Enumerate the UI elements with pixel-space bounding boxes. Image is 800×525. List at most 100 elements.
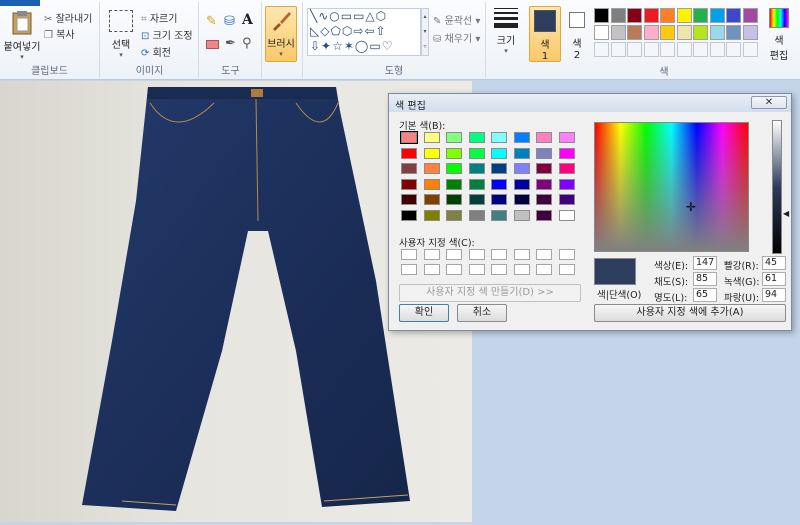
palette-swatch[interactable] bbox=[627, 8, 642, 23]
basic-color-swatch[interactable] bbox=[401, 194, 417, 205]
basic-color-swatch[interactable] bbox=[446, 194, 462, 205]
blue-input[interactable]: 94 bbox=[762, 288, 786, 302]
basic-color-swatch[interactable] bbox=[536, 209, 552, 221]
basic-color-swatch[interactable] bbox=[558, 147, 575, 159]
palette-swatch[interactable] bbox=[709, 8, 725, 23]
basic-color-swatch[interactable] bbox=[423, 163, 440, 174]
basic-color-swatch[interactable] bbox=[513, 163, 530, 174]
basic-color-swatch[interactable] bbox=[491, 147, 507, 159]
palette-swatch[interactable] bbox=[643, 8, 659, 23]
palette-empty-swatch[interactable] bbox=[742, 42, 758, 57]
palette-swatch[interactable] bbox=[610, 8, 626, 23]
custom-color-swatch[interactable] bbox=[558, 264, 575, 275]
custom-color-swatch[interactable] bbox=[423, 249, 440, 260]
outline-button[interactable]: ✎ 윤곽선 ▾ bbox=[433, 12, 480, 28]
basic-color-swatch[interactable] bbox=[401, 163, 417, 174]
copy-button[interactable]: ❐ 복사 bbox=[44, 26, 75, 42]
palette-swatch[interactable] bbox=[643, 25, 659, 40]
palette-swatch[interactable] bbox=[594, 8, 609, 23]
palette-swatch[interactable] bbox=[660, 25, 675, 40]
basic-color-swatch[interactable] bbox=[423, 132, 440, 143]
basic-color-swatch[interactable] bbox=[401, 178, 417, 190]
fill-bucket-icon[interactable]: ⛁ bbox=[224, 14, 235, 29]
close-button[interactable]: ✕ bbox=[751, 96, 787, 109]
palette-swatch[interactable] bbox=[676, 25, 692, 40]
basic-color-swatch[interactable] bbox=[423, 209, 440, 221]
basic-color-swatch[interactable] bbox=[468, 194, 485, 205]
basic-color-swatch[interactable] bbox=[513, 194, 530, 205]
fill-button[interactable]: ⛁ 채우기 ▾ bbox=[433, 30, 480, 46]
custom-color-swatch[interactable] bbox=[423, 264, 440, 275]
custom-color-swatch[interactable] bbox=[446, 264, 462, 275]
cancel-button[interactable]: 취소 bbox=[457, 304, 507, 322]
hue-input[interactable]: 147 bbox=[693, 256, 717, 270]
custom-color-swatch[interactable] bbox=[536, 264, 552, 275]
palette-empty-swatch[interactable] bbox=[627, 42, 642, 57]
palette-swatch[interactable] bbox=[627, 25, 642, 40]
custom-color-swatch[interactable] bbox=[513, 249, 530, 260]
palette-swatch[interactable] bbox=[693, 25, 708, 40]
shapes-gallery[interactable]: ╲∿○▭▭△⬡ ◺◇⬠⬡⇨⇦⇧ ⇩✦☆✶◯▭♡ bbox=[307, 8, 421, 56]
basic-color-swatch[interactable] bbox=[423, 194, 440, 205]
basic-color-swatch[interactable] bbox=[491, 132, 507, 143]
rotate-button[interactable]: ⟳ 회전 bbox=[141, 44, 171, 60]
custom-color-swatch[interactable] bbox=[513, 264, 530, 275]
resize-button[interactable]: ⊡ 크기 조정 bbox=[141, 27, 193, 43]
custom-color-swatch[interactable] bbox=[446, 249, 462, 260]
custom-color-swatch[interactable] bbox=[491, 264, 507, 275]
basic-color-swatch[interactable] bbox=[558, 163, 575, 174]
palette-swatch[interactable] bbox=[709, 25, 725, 40]
cut-button[interactable]: ✂ 잘라내기 bbox=[44, 10, 92, 26]
palette-empty-swatch[interactable] bbox=[676, 42, 692, 57]
basic-color-swatch[interactable] bbox=[558, 178, 575, 190]
palette-empty-swatch[interactable] bbox=[726, 42, 741, 57]
basic-color-swatch[interactable] bbox=[558, 209, 575, 221]
basic-color-swatch[interactable] bbox=[536, 147, 552, 159]
palette-swatch[interactable] bbox=[660, 8, 675, 23]
basic-color-swatch[interactable] bbox=[536, 178, 552, 190]
basic-color-swatch[interactable] bbox=[513, 147, 530, 159]
basic-color-swatch[interactable] bbox=[558, 194, 575, 205]
palette-swatch[interactable] bbox=[742, 8, 758, 23]
palette-swatch[interactable] bbox=[726, 8, 741, 23]
green-input[interactable]: 61 bbox=[762, 272, 786, 286]
luminosity-slider[interactable] bbox=[772, 120, 782, 254]
custom-color-swatch[interactable] bbox=[536, 249, 552, 260]
color1-button[interactable]: 색 1 bbox=[529, 6, 561, 62]
pencil-icon[interactable]: ✎ bbox=[206, 14, 217, 29]
custom-color-swatch[interactable] bbox=[401, 249, 417, 260]
palette-empty-swatch[interactable] bbox=[643, 42, 659, 57]
basic-color-swatch[interactable] bbox=[536, 194, 552, 205]
palette-empty-swatch[interactable] bbox=[709, 42, 725, 57]
palette-empty-swatch[interactable] bbox=[660, 42, 675, 57]
basic-color-swatch[interactable] bbox=[401, 147, 417, 159]
palette-empty-swatch[interactable] bbox=[594, 42, 609, 57]
basic-color-swatch[interactable] bbox=[446, 178, 462, 190]
custom-color-swatch[interactable] bbox=[558, 249, 575, 260]
basic-color-swatch[interactable] bbox=[468, 178, 485, 190]
palette-swatch[interactable] bbox=[676, 8, 692, 23]
palette-swatch[interactable] bbox=[742, 25, 758, 40]
custom-color-swatch[interactable] bbox=[491, 249, 507, 260]
basic-color-swatch[interactable] bbox=[468, 147, 485, 159]
basic-color-swatch[interactable] bbox=[558, 132, 575, 143]
basic-color-swatch[interactable] bbox=[468, 132, 485, 143]
color2-button[interactable]: 색 2 bbox=[563, 6, 591, 62]
palette-swatch[interactable] bbox=[610, 25, 626, 40]
basic-color-swatch[interactable] bbox=[446, 132, 462, 143]
define-custom-colors-button[interactable]: 사용자 지정 색 만들기(D) >> bbox=[399, 284, 581, 302]
magnifier-icon[interactable]: ⚲ bbox=[242, 36, 252, 51]
edit-colors-button[interactable]: 색 편집 bbox=[762, 8, 796, 62]
palette-swatch[interactable] bbox=[594, 25, 609, 40]
basic-color-swatch[interactable] bbox=[491, 178, 507, 190]
ok-button[interactable]: 확인 bbox=[399, 304, 449, 322]
lum-input[interactable]: 65 bbox=[693, 288, 717, 302]
basic-color-swatch[interactable] bbox=[401, 209, 417, 221]
palette-swatch[interactable] bbox=[693, 8, 708, 23]
color-picker-icon[interactable]: ✒ bbox=[225, 36, 236, 51]
crop-button[interactable]: ⌗ 자르기 bbox=[141, 10, 177, 26]
basic-color-swatch[interactable] bbox=[468, 209, 485, 221]
basic-color-swatch[interactable] bbox=[491, 209, 507, 221]
basic-color-swatch[interactable] bbox=[513, 209, 530, 221]
basic-color-swatch[interactable] bbox=[491, 163, 507, 174]
